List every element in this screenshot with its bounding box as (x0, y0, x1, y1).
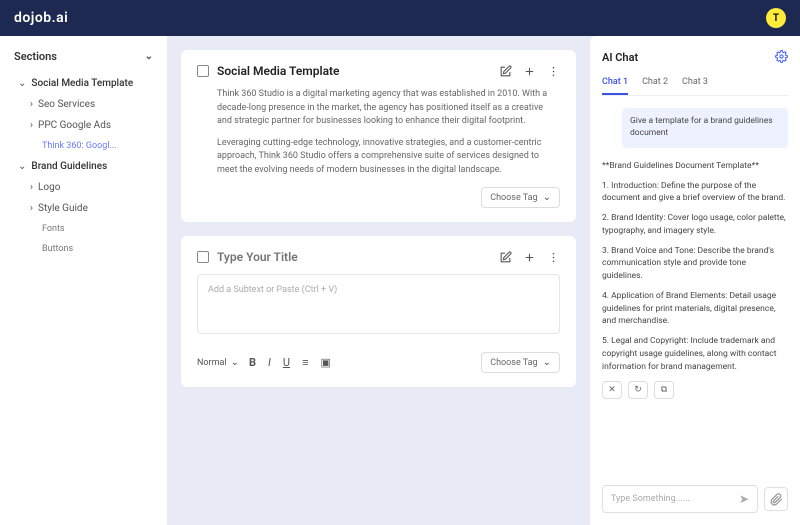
sidebar-item-brand-guidelines[interactable]: ⌄Brand Guidelines (0, 156, 167, 177)
reply-line: 5. Legal and Copyright: Include trademar… (602, 335, 788, 373)
card-paragraph: Think 360 Studio is a digital marketing … (217, 88, 560, 129)
sections-header[interactable]: Sections ⌄ (0, 46, 167, 73)
chevron-right-icon: › (30, 120, 33, 131)
edit-icon[interactable] (498, 64, 512, 78)
chevron-down-icon: ⌄ (231, 357, 239, 368)
logo: dojob.ai (14, 10, 68, 26)
plus-icon[interactable] (522, 250, 536, 264)
chevron-down-icon: ⌄ (543, 192, 551, 203)
subtext-input[interactable]: Add a Subtext or Paste (Ctrl + V) (197, 274, 560, 334)
sidebar-item-ppc[interactable]: ›PPC Google Ads (0, 115, 167, 136)
edit-icon[interactable] (498, 250, 512, 264)
sidebar-item-logo[interactable]: ›Logo (0, 177, 167, 198)
chevron-down-icon: ⌄ (18, 78, 26, 89)
reply-heading: **Brand Guidelines Document Template** (602, 160, 788, 173)
sections-label: Sections (14, 50, 57, 63)
checkbox[interactable] (197, 65, 209, 77)
regenerate-button[interactable]: ↻ (628, 381, 648, 399)
checkbox[interactable] (197, 251, 209, 263)
reply-line: 1. Introduction: Define the purpose of t… (602, 180, 788, 206)
tab-chat-2[interactable]: Chat 2 (642, 77, 668, 95)
list-button[interactable]: ≡ (300, 356, 310, 369)
plus-icon[interactable] (522, 64, 536, 78)
copy-button[interactable]: ⧉ (654, 381, 674, 399)
sidebar-item-buttons[interactable]: Buttons (0, 239, 167, 259)
chat-tabs: Chat 1 Chat 2 Chat 3 (602, 77, 788, 96)
chevron-down-icon: ⌄ (18, 161, 26, 172)
sidebar-item-fonts[interactable]: Fonts (0, 219, 167, 239)
ai-reply: **Brand Guidelines Document Template** 1… (602, 160, 788, 477)
main-content: Social Media Template Think 360 Studio i… (167, 36, 590, 525)
chat-placeholder: Type Something...... (611, 494, 690, 504)
chevron-down-icon: ⌄ (145, 51, 153, 62)
more-icon[interactable] (546, 250, 560, 264)
attach-button[interactable] (764, 487, 788, 511)
reply-line: 3. Brand Voice and Tone: Describe the br… (602, 245, 788, 283)
choose-tag-button[interactable]: Choose Tag⌄ (481, 352, 560, 373)
sidebar-item-style-guide[interactable]: ›Style Guide (0, 198, 167, 219)
ai-chat-title: AI Chat (602, 51, 638, 64)
close-button[interactable]: ✕ (602, 381, 622, 399)
sidebar-item-seo[interactable]: ›Seo Services (0, 94, 167, 115)
content-card-1: Social Media Template Think 360 Studio i… (181, 50, 576, 222)
chevron-right-icon: › (30, 203, 33, 214)
chevron-right-icon: › (30, 99, 33, 110)
user-message: Give a template for a brand guidelines d… (622, 108, 788, 148)
choose-tag-button[interactable]: Choose Tag⌄ (481, 187, 560, 208)
content-card-2: Add a Subtext or Paste (Ctrl + V) Normal… (181, 236, 576, 387)
more-icon[interactable] (546, 64, 560, 78)
title-input[interactable] (217, 250, 490, 264)
underline-button[interactable]: U (281, 356, 292, 369)
avatar[interactable]: T (766, 8, 786, 28)
image-button[interactable]: ▣ (318, 356, 332, 369)
reply-line: 4. Application of Brand Elements: Detail… (602, 290, 788, 328)
reply-line: 2. Brand Identity: Cover logo usage, col… (602, 212, 788, 238)
sidebar-item-think360[interactable]: Think 360: Googl... (0, 136, 167, 156)
tab-chat-3[interactable]: Chat 3 (682, 77, 708, 95)
settings-icon[interactable] (775, 48, 788, 67)
card-title: Social Media Template (217, 64, 490, 78)
ai-chat-panel: AI Chat Chat 1 Chat 2 Chat 3 Give a temp… (590, 36, 800, 525)
tab-chat-1[interactable]: Chat 1 (602, 77, 628, 95)
chevron-down-icon: ⌄ (543, 357, 551, 368)
chevron-right-icon: › (30, 182, 33, 193)
italic-button[interactable]: I (266, 356, 273, 369)
format-select[interactable]: Normal⌄ (197, 357, 239, 368)
send-icon[interactable]: ➤ (739, 492, 749, 506)
app-header: dojob.ai T (0, 0, 800, 36)
bold-button[interactable]: B (247, 356, 258, 369)
sidebar-item-social-media[interactable]: ⌄Social Media Template (0, 73, 167, 94)
sidebar: Sections ⌄ ⌄Social Media Template ›Seo S… (0, 36, 167, 525)
card-paragraph: Leveraging cutting-edge technology, inno… (217, 137, 560, 178)
chat-input[interactable]: Type Something...... ➤ (602, 485, 758, 513)
